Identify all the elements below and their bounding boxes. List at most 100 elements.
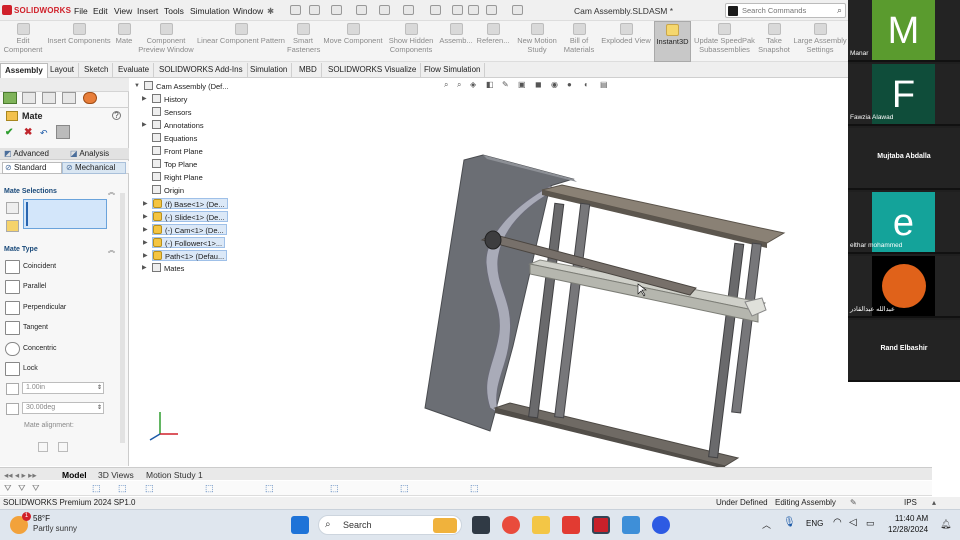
take-snapshot-button[interactable]: Take Snapshot <box>757 21 791 62</box>
tab-3d-views[interactable]: 3D Views <box>98 469 134 481</box>
save-icon[interactable] <box>356 5 367 15</box>
mate-selections-box[interactable] <box>23 199 107 229</box>
undo-mate-icon[interactable]: ↶ <box>40 128 48 139</box>
expand-arrow-icon[interactable] <box>512 5 523 15</box>
new-document-icon[interactable] <box>309 5 320 15</box>
chrome-icon[interactable] <box>502 516 520 534</box>
mate-button[interactable]: Mate <box>112 21 136 62</box>
units-selector[interactable]: IPS <box>904 497 917 509</box>
feature-manager-tab-icon[interactable] <box>3 92 17 104</box>
bill-of-materials-button[interactable]: Bill of Materials <box>561 21 597 62</box>
tab-analysis[interactable]: ◪ Analysis <box>70 149 109 158</box>
clock-time[interactable]: 11:40 AM <box>895 514 928 523</box>
menu-edit[interactable]: Edit <box>93 6 108 16</box>
search-input[interactable] <box>742 5 830 16</box>
photos-icon[interactable] <box>622 516 640 534</box>
show-hidden-components-button[interactable]: Show Hidden Components <box>387 21 435 62</box>
solidworks-taskbar-icon[interactable] <box>592 516 610 534</box>
menu-tools[interactable]: Tools <box>164 6 184 16</box>
participant-tile[interactable]: M Manar <box>848 0 960 62</box>
menu-view[interactable]: View <box>114 6 132 16</box>
tab-model[interactable]: Model <box>62 469 87 481</box>
concentric-button[interactable]: Concentric <box>4 340 120 358</box>
notification-bell-icon[interactable]: 🔔︎ <box>940 519 951 530</box>
new-motion-study-button[interactable]: New Motion Study <box>514 21 560 62</box>
menu-insert[interactable]: Insert <box>137 6 158 16</box>
participant-tile[interactable]: e elthar mohammed <box>848 192 960 254</box>
select-other-icon[interactable]: ⬚ <box>400 483 409 494</box>
assembly-features-button[interactable]: Assemb... <box>438 21 474 62</box>
tangent-button[interactable]: Tangent <box>4 319 120 337</box>
options-gear-icon[interactable] <box>486 5 497 15</box>
filter-vertices-icon[interactable]: ⛛ <box>18 483 26 494</box>
mate-selections-header[interactable]: Mate Selections <box>4 188 124 195</box>
taskbar-search-box[interactable]: ⌕ Search <box>318 515 462 535</box>
spin-arrows-icon[interactable]: ⇕ <box>97 383 102 393</box>
insert-components-button[interactable]: Insert Components <box>47 21 111 62</box>
distance-field[interactable]: 1.00in ⇕ <box>22 382 104 394</box>
menu-window[interactable]: Window <box>233 6 263 16</box>
ok-checkmark-icon[interactable]: ✔ <box>5 127 13 138</box>
cancel-x-icon[interactable]: ✖ <box>24 127 32 138</box>
graphics-area[interactable]: ⌕ ⌕ ◈ ◧ ✎ ▣ ◼ ◉ ● ◐ ▤ ▼ Cam Assembly (Def… <box>130 78 932 467</box>
units-up-arrow-icon[interactable]: ▴ <box>932 497 936 509</box>
linear-component-pattern-button[interactable]: Linear Component Pattern <box>196 21 286 62</box>
tab-assembly[interactable]: Assembly <box>0 63 48 78</box>
select-loop-icon[interactable]: ⬚ <box>265 483 274 494</box>
pushpin-icon[interactable] <box>56 125 70 139</box>
print-icon[interactable] <box>379 5 390 15</box>
tab-evaluate[interactable]: Evaluate <box>114 63 155 78</box>
tab-standard[interactable]: ⊘ Standard <box>2 162 62 174</box>
select-tangency-icon[interactable]: ⬚ <box>470 483 479 494</box>
tab-solidworks-addins[interactable]: SOLIDWORKS Add-Ins <box>155 63 248 78</box>
box-select-icon[interactable]: ⬚ <box>118 483 127 494</box>
clock-date[interactable]: 12/28/2024 <box>888 525 928 534</box>
instant3d-button[interactable]: Instant3D <box>654 21 691 62</box>
lasso-select-icon[interactable]: ⬚ <box>145 483 154 494</box>
collapse-chevron-icon[interactable]: ︽ <box>108 187 115 197</box>
smart-fasteners-button[interactable]: Smart Fasteners <box>287 21 320 62</box>
cam-assembly-model[interactable] <box>130 78 932 467</box>
tab-motion-study-1[interactable]: Motion Study 1 <box>146 469 203 481</box>
select-midpoint-icon[interactable]: ⬚ <box>330 483 339 494</box>
anti-aligned-icon[interactable] <box>58 442 68 452</box>
tab-scroll-arrows-icon[interactable]: ◂◂ ◂ ▸ ▸▸ <box>4 469 37 481</box>
select-faces-icon[interactable]: ⬚ <box>205 483 214 494</box>
wps-office-icon[interactable] <box>562 516 580 534</box>
volume-icon[interactable]: ◁ <box>849 517 857 528</box>
open-icon[interactable] <box>331 5 342 15</box>
search-commands-box[interactable]: ⌕ <box>725 3 846 18</box>
move-component-button[interactable]: Move Component <box>321 21 385 62</box>
battery-icon[interactable]: ▭ <box>866 518 875 529</box>
tab-advanced[interactable]: ◩ Advanced <box>4 149 49 158</box>
tab-mechanical[interactable]: ⊘ Mechanical <box>62 162 126 174</box>
configuration-manager-tab-icon[interactable] <box>42 92 56 104</box>
rod-front-right[interactable] <box>708 242 745 459</box>
component-preview-window-button[interactable]: Component Preview Window <box>137 21 195 62</box>
mate-type-header[interactable]: Mate Type <box>4 246 124 253</box>
tab-mbd[interactable]: MBD <box>295 63 322 78</box>
coincident-button[interactable]: Coincident <box>4 258 120 276</box>
perpendicular-button[interactable]: Perpendicular <box>4 299 120 317</box>
large-assembly-settings-button[interactable]: Large Assembly Settings <box>792 21 848 62</box>
spin-arrows-icon[interactable]: ⇕ <box>97 403 102 413</box>
filter-icon[interactable]: ⛛ <box>4 483 12 494</box>
tab-layout[interactable]: Layout <box>46 63 80 78</box>
exploded-view-button[interactable]: Exploded View <box>599 21 653 62</box>
home-icon[interactable] <box>290 5 301 15</box>
lock-button[interactable]: Lock <box>4 360 120 378</box>
aligned-icon[interactable] <box>38 442 48 452</box>
windows-start-icon[interactable] <box>291 516 309 534</box>
participant-tile[interactable]: F Fawzia Alawad <box>848 64 960 126</box>
reference-geometry-button[interactable]: Referen... <box>475 21 511 62</box>
pin-icon[interactable]: ✱ <box>267 6 274 17</box>
show-hidden-icons-icon[interactable]: ︿ <box>762 518 771 531</box>
collapse-chevron-icon[interactable]: ︽ <box>108 245 115 255</box>
help-icon[interactable]: ? <box>112 111 121 120</box>
filter-edges-icon[interactable]: ⛛ <box>32 483 40 494</box>
rebuild-status-icon[interactable]: ✎ <box>850 497 857 509</box>
panel-scrollbar[interactable] <box>120 193 125 443</box>
property-manager-tab-icon[interactable] <box>22 92 36 104</box>
angle-field[interactable]: 30.00deg ⇕ <box>22 402 104 414</box>
parallel-button[interactable]: Parallel <box>4 278 120 296</box>
